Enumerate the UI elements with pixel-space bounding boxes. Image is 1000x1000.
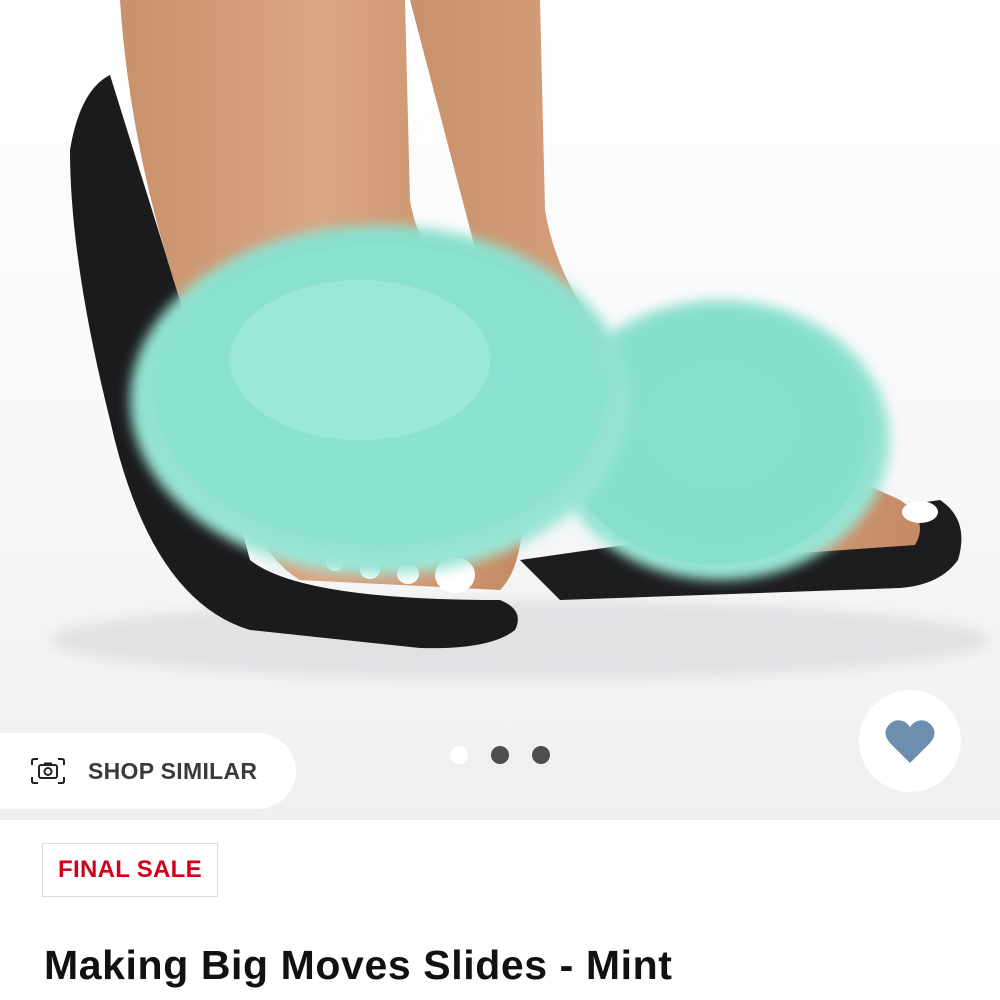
product-image-gallery[interactable]: SHOP SIMILAR (0, 0, 1000, 820)
gallery-dot-3[interactable] (532, 746, 550, 764)
shop-similar-button[interactable]: SHOP SIMILAR (0, 733, 296, 809)
gallery-dot-1[interactable] (450, 746, 468, 764)
product-title: Making Big Moves Slides - Mint (44, 942, 673, 988)
favorite-button[interactable] (859, 690, 961, 792)
product-page: SHOP SIMILAR FINAL SALE Making Big Moves… (0, 0, 1000, 1000)
product-photo (50, 0, 990, 680)
camera-icon (31, 758, 65, 784)
gallery-pagination (450, 746, 550, 764)
final-sale-badge: FINAL SALE (42, 843, 218, 897)
shop-similar-label: SHOP SIMILAR (88, 757, 258, 784)
gallery-dot-2[interactable] (491, 746, 509, 764)
heart-icon (885, 720, 935, 763)
